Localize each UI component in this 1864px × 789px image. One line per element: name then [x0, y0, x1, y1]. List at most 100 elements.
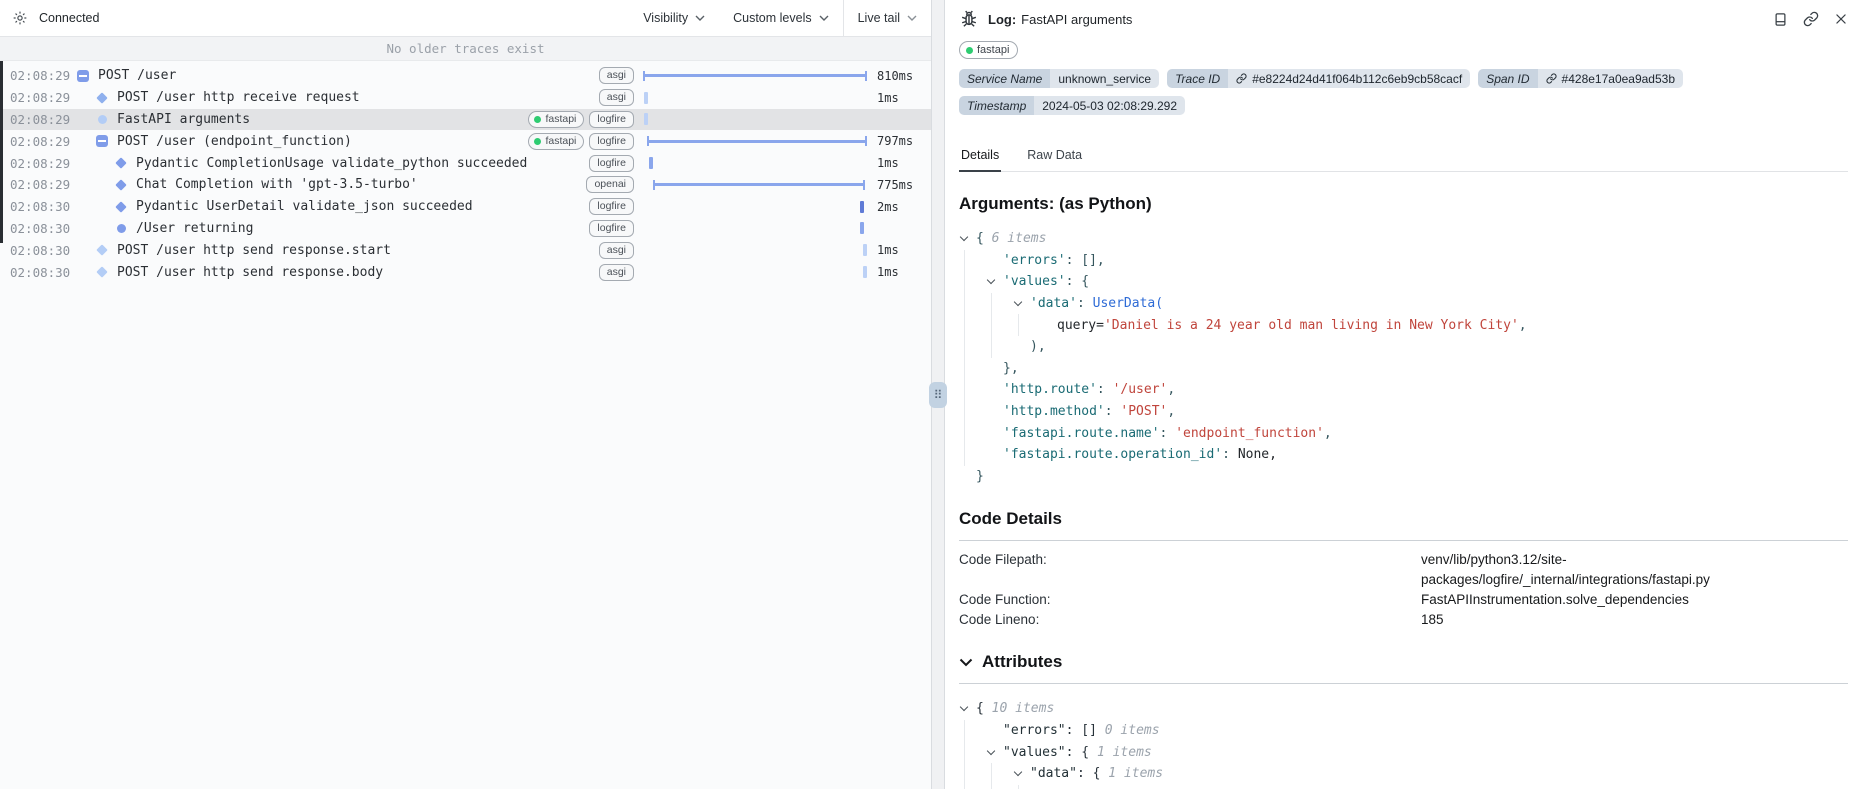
trace-row[interactable]: 02:08:29POST /user (endpoint_function)fa…: [0, 130, 931, 152]
indent-guide: [964, 444, 986, 466]
trace-row[interactable]: 02:08:30POST /user http send response.st…: [0, 239, 931, 261]
panel-bottom-icon[interactable]: [1773, 12, 1788, 27]
settings-gear-icon[interactable]: [12, 10, 28, 26]
duration-label: 797ms: [867, 134, 925, 148]
detail-title: Log: FastAPI arguments: [988, 12, 1132, 27]
link-icon: [1236, 73, 1247, 84]
code-token: 'errors': [1003, 253, 1066, 268]
log-circle-icon: [98, 115, 107, 124]
panel-resize-handle-icon[interactable]: ⠿: [929, 382, 947, 408]
t-badges: fastapi logfire: [528, 133, 634, 150]
duration-bar-area: [643, 87, 867, 109]
logfire-badge[interactable]: logfire: [589, 111, 634, 128]
trace-row[interactable]: 02:08:29POST /userasgi810ms: [0, 65, 931, 87]
code-token: UserData(: [1093, 296, 1163, 311]
service-name-chip: Service Name unknown_service: [959, 69, 1159, 88]
meta-chips: Service Name unknown_service Trace ID #e…: [959, 69, 1848, 115]
collapse-chevron-icon[interactable]: [986, 745, 1003, 760]
code-token: '/user': [1113, 382, 1168, 397]
python-arguments-code: { 6 items'errors': [],'values': {'data':…: [959, 228, 1848, 487]
code-details-table: Code Filepath: venv/lib/python3.12/site-…: [959, 550, 1848, 630]
code-token: 'values': [1003, 274, 1066, 289]
code-filepath-label: Code Filepath:: [959, 550, 1421, 590]
trace-row[interactable]: 02:08:30Pydantic UserDetail validate_jso…: [0, 196, 931, 218]
logfire-badge[interactable]: logfire: [589, 155, 634, 172]
visibility-label: Visibility: [643, 11, 688, 25]
toolbar-menus: Visibility Custom levels Live tail: [629, 0, 931, 36]
logfire-badge[interactable]: logfire: [589, 133, 634, 150]
collapse-chevron-icon[interactable]: [959, 658, 973, 667]
code-token: 'Daniel is a 24 year old man living in N…: [1104, 318, 1519, 333]
span-diamond-icon: [96, 245, 107, 256]
log-circle-icon: [117, 224, 126, 233]
duration-bar: [860, 201, 864, 213]
code-token: None,: [1238, 447, 1277, 462]
asgi-badge[interactable]: asgi: [599, 264, 634, 281]
code-token: ,: [1519, 318, 1527, 333]
trace-row[interactable]: 02:08:29Chat Completion with 'gpt-3.5-tu…: [0, 174, 931, 196]
detail-title-text: FastAPI arguments: [1021, 12, 1132, 27]
indent-guide: [991, 785, 1013, 789]
logfire-badge[interactable]: logfire: [589, 220, 634, 237]
t-badges: asgi: [599, 264, 634, 281]
copy-link-icon[interactable]: [1803, 11, 1819, 27]
fastapi-badge[interactable]: fastapi: [528, 111, 584, 128]
indent-guide: [991, 763, 1013, 785]
collapse-minus-icon[interactable]: [77, 70, 89, 82]
duration-bar: [644, 113, 648, 125]
trace-row[interactable]: 02:08:29Pydantic CompletionUsage validat…: [0, 152, 931, 174]
code-details-heading: Code Details: [959, 509, 1848, 529]
asgi-badge[interactable]: asgi: [599, 89, 634, 106]
collapse-chevron-icon[interactable]: [986, 274, 1003, 289]
collapse-chevron-icon[interactable]: [959, 231, 976, 246]
asgi-badge[interactable]: asgi: [599, 67, 634, 84]
trace-row-name: POST /user http send response.body: [117, 265, 599, 280]
trace-row-name: Pydantic UserDetail validate_json succee…: [136, 199, 589, 214]
fastapi-tag-badge[interactable]: fastapi: [959, 41, 1018, 59]
live-tail-label: Live tail: [858, 11, 900, 25]
code-token: :: [1222, 447, 1238, 462]
detail-actions: [1773, 11, 1848, 27]
close-icon[interactable]: [1834, 12, 1848, 26]
detail-kind-label: Log:: [988, 12, 1016, 27]
collapse-chevron-icon[interactable]: [1013, 296, 1030, 311]
custom-levels-menu[interactable]: Custom levels: [719, 0, 843, 36]
live-tail-menu[interactable]: Live tail: [844, 0, 931, 36]
duration-bar: [649, 157, 653, 169]
t-icon: [76, 70, 90, 82]
tab-details[interactable]: Details: [959, 139, 1001, 172]
visibility-menu[interactable]: Visibility: [629, 0, 719, 36]
indent-guide: [964, 314, 986, 336]
no-older-traces-banner: No older traces exist: [0, 37, 931, 61]
code-line: query='Daniel is a 24 year old man livin…: [959, 314, 1848, 336]
fastapi-badge[interactable]: fastapi: [528, 133, 584, 150]
t-icon: [114, 203, 128, 211]
openai-badge[interactable]: openai: [586, 176, 634, 193]
code-token: :: [1160, 426, 1176, 441]
chip-label: Timestamp: [959, 96, 1034, 115]
tab-raw-data[interactable]: Raw Data: [1025, 139, 1084, 172]
trace-row[interactable]: 02:08:30POST /user http send response.bo…: [0, 261, 931, 283]
duration-bar-area: [643, 174, 867, 196]
trace-row[interactable]: 02:08:30/User returninglogfire: [0, 218, 931, 240]
code-token: }: [976, 469, 984, 484]
indent-guide: [1018, 314, 1040, 336]
trace-row[interactable]: 02:08:29POST /user http receive requesta…: [0, 87, 931, 109]
logfire-badge[interactable]: logfire: [589, 198, 634, 215]
code-token: },: [1003, 361, 1019, 376]
code-token: 1 items: [1108, 766, 1163, 781]
trace-id-chip[interactable]: Trace ID #e8224d24d41f064b112c6eb9cb58ca…: [1167, 69, 1470, 88]
collapse-chevron-icon[interactable]: [959, 701, 976, 716]
span-diamond-icon: [96, 266, 107, 277]
collapse-chevron-icon[interactable]: [1013, 766, 1030, 781]
trace-row-list: 02:08:29POST /userasgi810ms02:08:29POST …: [0, 61, 931, 789]
indent-guide: [964, 401, 986, 423]
asgi-badge[interactable]: asgi: [599, 242, 634, 259]
collapse-minus-icon[interactable]: [96, 135, 108, 147]
code-line: 'errors': [],: [959, 250, 1848, 272]
green-status-dot-icon: [966, 47, 973, 54]
code-function-label: Code Function:: [959, 590, 1421, 610]
span-diamond-icon: [115, 201, 126, 212]
span-id-chip[interactable]: Span ID #428e17a0ea9ad53b: [1478, 69, 1683, 88]
trace-row[interactable]: 02:08:29FastAPI argumentsfastapilogfire: [0, 109, 931, 131]
